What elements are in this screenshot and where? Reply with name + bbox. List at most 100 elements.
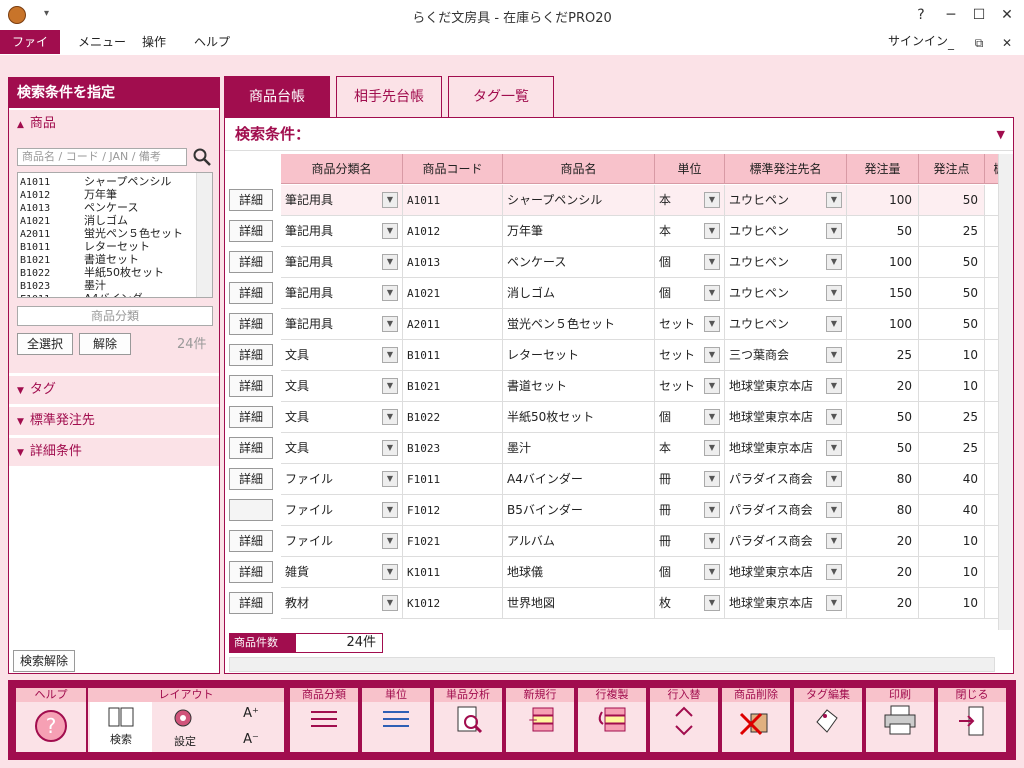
tab-partners[interactable]: 相手先台帳 [336, 76, 442, 117]
cell-point[interactable]: 10 [919, 340, 985, 371]
cell-name[interactable]: ペンケース [503, 247, 655, 278]
close-button[interactable]: 閉じる [938, 688, 1006, 752]
cell-cat[interactable]: 教材 ▼ [281, 588, 403, 619]
cell-point[interactable]: 10 [919, 526, 985, 557]
cell-qty[interactable]: 80 [847, 464, 919, 495]
category-select[interactable]: 商品分類 [17, 306, 213, 326]
section-supplier[interactable]: ▼ 標準発注先 [9, 407, 219, 435]
cell-supplier[interactable]: ユウヒペン ▼ [725, 216, 847, 247]
detail-button[interactable]: 詳細 [229, 561, 273, 583]
cell-name[interactable]: レターセット [503, 340, 655, 371]
dropdown-arrow-icon[interactable]: ▼ [382, 471, 398, 487]
cell-shelf[interactable] [985, 433, 998, 464]
product-list-item[interactable]: B1021 書道セット [20, 253, 139, 266]
cell-name[interactable]: 墨汁 [503, 433, 655, 464]
detail-button[interactable]: 詳細 [229, 313, 273, 335]
cell-shelf[interactable] [985, 495, 998, 526]
release-button[interactable]: 解除 [79, 333, 131, 355]
cell-cat[interactable]: 筆記用具 ▼ [281, 216, 403, 247]
cell-name[interactable]: A4バインダー [503, 464, 655, 495]
cell-name[interactable]: 万年筆 [503, 216, 655, 247]
cell-cat[interactable]: 筆記用具 ▼ [281, 247, 403, 278]
tag-edit-button[interactable]: タグ編集 [794, 688, 862, 752]
product-list[interactable]: A1011 シャープペンシル A1012 万年筆 A1013 ペンケース A1021 消しゴム… [17, 172, 213, 298]
cell-name[interactable]: 消しゴム [503, 278, 655, 309]
cell-unit[interactable]: セット ▼ [655, 309, 725, 340]
column-header[interactable]: 単位 [655, 154, 725, 184]
product-list-item[interactable]: B1022 半紙50枚セット [20, 266, 164, 279]
cell-name[interactable]: シャープペンシル [503, 185, 655, 216]
column-header[interactable]: 商品分類名 [281, 154, 403, 184]
settings-button[interactable]: 設定 [154, 702, 216, 752]
cell-unit[interactable]: 冊 ▼ [655, 526, 725, 557]
cell-shelf[interactable] [985, 526, 998, 557]
print-button[interactable]: 印刷 [866, 688, 934, 752]
cell-cat[interactable]: 文具 ▼ [281, 402, 403, 433]
cell-supplier[interactable]: ユウヒペン ▼ [725, 247, 847, 278]
dropdown-arrow-icon[interactable]: ▼ [826, 316, 842, 332]
cell-unit[interactable]: セット ▼ [655, 340, 725, 371]
dropdown-arrow-icon[interactable]: ▼ [826, 409, 842, 425]
cell-supplier[interactable]: ユウヒペン ▼ [725, 185, 847, 216]
cell-cat[interactable]: 筆記用具 ▼ [281, 185, 403, 216]
help-icon[interactable]: ? [16, 704, 86, 750]
cell-shelf[interactable] [985, 309, 998, 340]
detail-button[interactable]: 詳細 [229, 530, 273, 552]
doc-minimize-button[interactable]: _ [938, 32, 964, 54]
cell-supplier[interactable]: 地球堂東京本店 ▼ [725, 371, 847, 402]
product-list-item[interactable]: B1023 墨汁 [20, 279, 106, 292]
cell-qty[interactable]: 50 [847, 433, 919, 464]
detail-button[interactable]: 詳細 [229, 468, 273, 490]
help-group[interactable]: ヘルプ ? [16, 688, 86, 752]
cell-shelf[interactable] [985, 588, 998, 619]
dropdown-arrow-icon[interactable]: ▼ [704, 409, 720, 425]
dropdown-arrow-icon[interactable]: ▼ [826, 471, 842, 487]
detail-button[interactable]: 詳細 [229, 344, 273, 366]
cell-qty[interactable]: 150 [847, 278, 919, 309]
dropdown-arrow-icon[interactable]: ▼ [382, 192, 398, 208]
cell-cat[interactable]: 文具 ▼ [281, 340, 403, 371]
column-header[interactable]: 発注点 [919, 154, 985, 184]
cell-qty[interactable]: 20 [847, 588, 919, 619]
menu-menu[interactable]: メニュー [66, 30, 138, 54]
dropdown-arrow-icon[interactable]: ▼ [704, 471, 720, 487]
tab-tags[interactable]: タグ一覧 [448, 76, 554, 117]
column-header[interactable]: 棚 [985, 154, 998, 184]
cell-qty[interactable]: 80 [847, 495, 919, 526]
detail-button[interactable]: 詳細 [229, 251, 273, 273]
cell-name[interactable]: 蛍光ペン５色セット [503, 309, 655, 340]
cell-unit[interactable]: 冊 ▼ [655, 464, 725, 495]
dropdown-arrow-icon[interactable]: ▼ [826, 223, 842, 239]
cell-cat[interactable]: ファイル ▼ [281, 495, 403, 526]
cell-shelf[interactable] [985, 371, 998, 402]
dropdown-arrow-icon[interactable]: ▼ [382, 223, 398, 239]
dropdown-arrow-icon[interactable]: ▼ [826, 502, 842, 518]
cell-cat[interactable]: 文具 ▼ [281, 433, 403, 464]
cell-code[interactable]: A1013 [403, 247, 503, 278]
cell-qty[interactable]: 20 [847, 371, 919, 402]
product-list-item[interactable]: A1013 ペンケース [20, 201, 138, 214]
menu-file[interactable]: ファイル [0, 30, 60, 73]
dropdown-arrow-icon[interactable]: ▼ [704, 595, 720, 611]
dropdown-arrow-icon[interactable]: ▼ [382, 254, 398, 270]
cell-code[interactable]: F1012 [403, 495, 503, 526]
dropdown-arrow-icon[interactable]: ▼ [704, 378, 720, 394]
cell-point[interactable]: 10 [919, 588, 985, 619]
dropdown-arrow-icon[interactable]: ▼ [826, 595, 842, 611]
font-increase-button[interactable]: A⁺ [220, 702, 282, 726]
product-list-item[interactable]: F1011A4バインダー [20, 292, 154, 297]
cell-shelf[interactable] [985, 247, 998, 278]
dropdown-arrow-icon[interactable]: ▼ [704, 502, 720, 518]
cell-supplier[interactable]: 地球堂東京本店 ▼ [725, 402, 847, 433]
cell-code[interactable]: K1011 [403, 557, 503, 588]
unit-button[interactable]: 単位 [362, 688, 430, 752]
maximize-button[interactable]: ☐ [966, 4, 992, 26]
cell-code[interactable]: A1021 [403, 278, 503, 309]
cell-qty[interactable]: 100 [847, 309, 919, 340]
help-icon[interactable]: ? [908, 4, 934, 26]
cell-code[interactable]: B1022 [403, 402, 503, 433]
analysis-button[interactable]: 単品分析 [434, 688, 502, 752]
cell-cat[interactable]: ファイル ▼ [281, 464, 403, 495]
column-header[interactable]: 商品名 [503, 154, 655, 184]
cell-shelf[interactable] [985, 216, 998, 247]
